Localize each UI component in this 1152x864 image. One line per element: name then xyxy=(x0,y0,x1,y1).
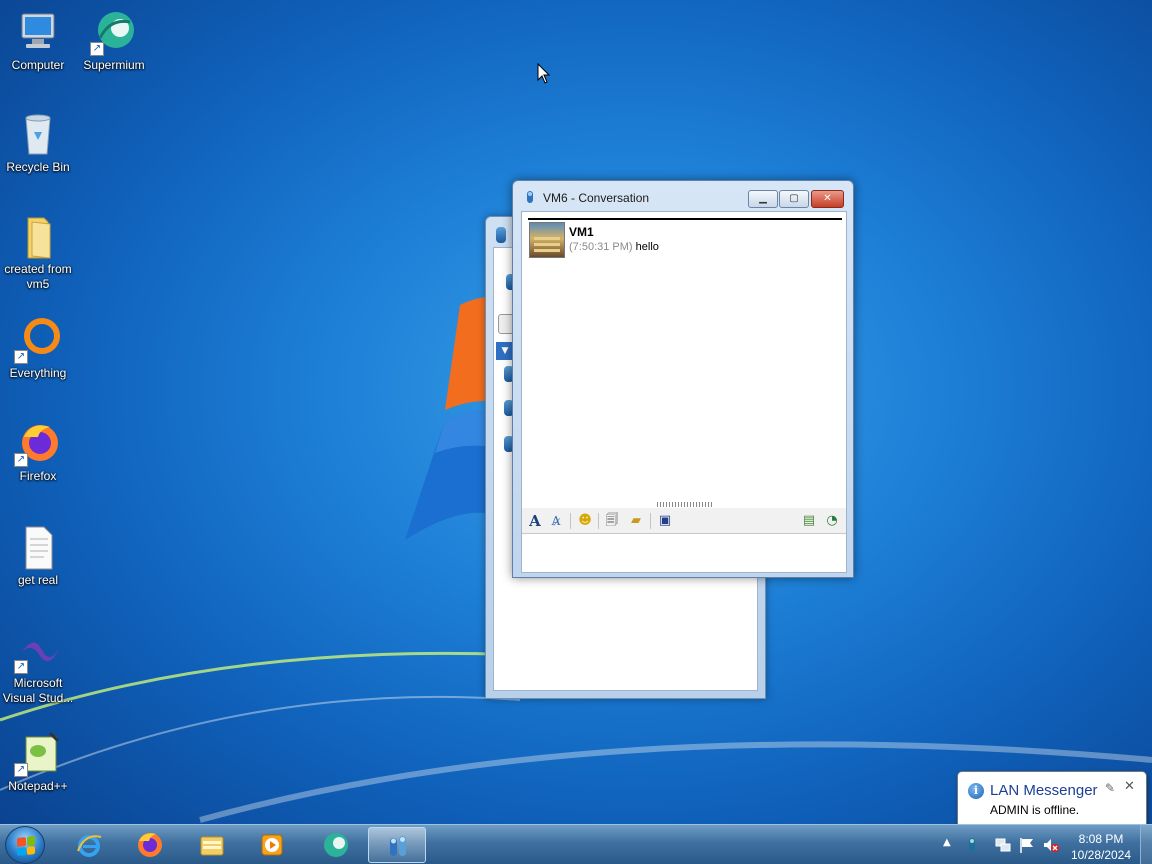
font-style-icon[interactable]: A̷ xyxy=(547,512,565,530)
broadcast-icon[interactable]: ◔ xyxy=(823,512,841,530)
everything-icon: ↗ xyxy=(14,316,62,364)
font-icon[interactable]: A xyxy=(526,512,544,530)
lan-messenger-icon xyxy=(496,227,506,243)
desktop-icon-everything[interactable]: ↗ Everything xyxy=(0,316,76,381)
mouse-cursor-icon xyxy=(537,63,551,84)
splitter-handle[interactable] xyxy=(657,502,713,507)
clock-date: 10/28/2024 xyxy=(1070,848,1132,862)
notification-close-button[interactable]: ✕ xyxy=(1124,779,1135,794)
show-desktop-button[interactable] xyxy=(1140,825,1152,864)
conversation-titlebar[interactable]: VM6 - Conversation ▁ ▢ ✕ xyxy=(513,181,853,211)
notification-balloon[interactable]: i LAN Messenger ADMIN is offline. ✎ ✕ xyxy=(957,771,1147,828)
message-divider xyxy=(528,218,842,220)
action-center-flag-icon[interactable] xyxy=(1018,836,1036,854)
smiley-icon[interactable]: ☻ xyxy=(576,512,594,530)
message-text: hello xyxy=(635,241,659,253)
conversation-window[interactable]: VM6 - Conversation ▁ ▢ ✕ VM1 (7:50:31 PM… xyxy=(512,180,854,578)
file-transfer-icon[interactable]: 🗐 xyxy=(603,512,621,530)
message-input[interactable] xyxy=(522,535,846,572)
lan-messenger-icon xyxy=(527,191,533,203)
computer-icon xyxy=(14,8,62,56)
toolbar-separator xyxy=(650,513,651,529)
message-sender: VM1 xyxy=(569,225,594,239)
taskbar-file-explorer[interactable] xyxy=(183,827,241,863)
toolbar-separator xyxy=(598,513,599,529)
desktop-icon-notepad-plus-plus[interactable]: ↗ Notepad++ xyxy=(0,729,76,794)
file-explorer-icon xyxy=(200,836,224,856)
supermium-icon xyxy=(324,833,348,857)
notification-text: ADMIN is offline. xyxy=(990,803,1080,817)
info-icon: i xyxy=(968,783,984,799)
conversation-toolbar: A A̷ ☻ 🗐 ▰ ▣ ▤ ◔ xyxy=(522,508,846,534)
desktop-icon-recycle-bin[interactable]: Recycle Bin xyxy=(0,110,76,175)
folder-share-icon[interactable]: ▰ xyxy=(627,512,645,530)
message-history[interactable]: VM1 (7:50:31 PM) hello xyxy=(522,212,846,500)
taskbar-media-player[interactable] xyxy=(243,827,301,863)
taskbar-supermium[interactable] xyxy=(307,827,365,863)
shortcut-arrow-icon: ↗ xyxy=(14,350,28,364)
shortcut-arrow-icon: ↗ xyxy=(14,453,28,467)
network-icon[interactable] xyxy=(994,836,1012,854)
desktop-icon-computer[interactable]: Computer xyxy=(0,8,76,73)
message-line: (7:50:31 PM) hello xyxy=(569,241,659,253)
lan-messenger-tray-icon[interactable] xyxy=(963,836,981,854)
shortcut-arrow-icon: ↗ xyxy=(90,42,104,56)
windows-flag-icon xyxy=(17,836,35,856)
message-time: (7:50:31 PM) xyxy=(569,241,633,253)
history-icon[interactable]: ▤ xyxy=(800,512,818,530)
desktop-icon-get-real[interactable]: get real xyxy=(0,523,76,588)
firefox-icon xyxy=(138,833,162,857)
notification-title: LAN Messenger xyxy=(990,782,1098,799)
visual-studio-icon: ↗ xyxy=(14,626,62,674)
internet-explorer-icon xyxy=(77,835,102,857)
shortcut-arrow-icon: ↗ xyxy=(14,763,28,777)
media-player-icon xyxy=(261,834,283,856)
close-button[interactable]: ✕ xyxy=(811,190,844,208)
maximize-button[interactable]: ▢ xyxy=(779,190,809,208)
pin-icon[interactable]: ✎ xyxy=(1105,781,1115,795)
desktop-icon-visual-studio[interactable]: ↗ Microsoft Visual Stud... xyxy=(0,626,76,706)
avatar xyxy=(529,222,565,258)
conversation-body: VM1 (7:50:31 PM) hello A A̷ ☻ 🗐 ▰ ▣ ▤ ◔ xyxy=(521,211,847,573)
show-hidden-icons-button[interactable]: ▲ xyxy=(943,837,951,848)
desktop-icon-folder[interactable]: created from vm5 xyxy=(0,212,76,292)
clock-time: 8:08 PM xyxy=(1078,832,1124,846)
lan-messenger-icon xyxy=(390,836,406,856)
taskbar-lan-messenger[interactable] xyxy=(368,827,426,863)
conversation-title: VM6 - Conversation xyxy=(543,191,650,205)
taskbar-internet-explorer[interactable] xyxy=(60,827,118,863)
minimize-button[interactable]: ▁ xyxy=(748,190,778,208)
toolbar-separator xyxy=(570,513,571,529)
system-clock[interactable]: 8:08 PM 10/28/2024 xyxy=(1068,831,1134,863)
supermium-icon: ↗ xyxy=(90,8,138,56)
save-icon[interactable]: ▣ xyxy=(656,512,674,530)
desktop-icon-supermium[interactable]: ↗ Supermium xyxy=(76,8,152,73)
start-button[interactable] xyxy=(5,826,45,864)
firefox-icon: ↗ xyxy=(14,419,62,467)
folder-icon xyxy=(14,212,62,260)
notepad-plus-plus-icon: ↗ xyxy=(14,729,62,777)
desktop-icon-firefox[interactable]: ↗ Firefox xyxy=(0,419,76,484)
taskbar-firefox[interactable] xyxy=(121,827,179,863)
recycle-bin-icon xyxy=(14,110,62,158)
volume-muted-icon[interactable] xyxy=(1042,836,1060,854)
taskbar: ▲ 8:08 PM 10/28/2024 xyxy=(0,824,1152,864)
shortcut-arrow-icon: ↗ xyxy=(14,660,28,674)
text-file-icon xyxy=(14,523,62,571)
